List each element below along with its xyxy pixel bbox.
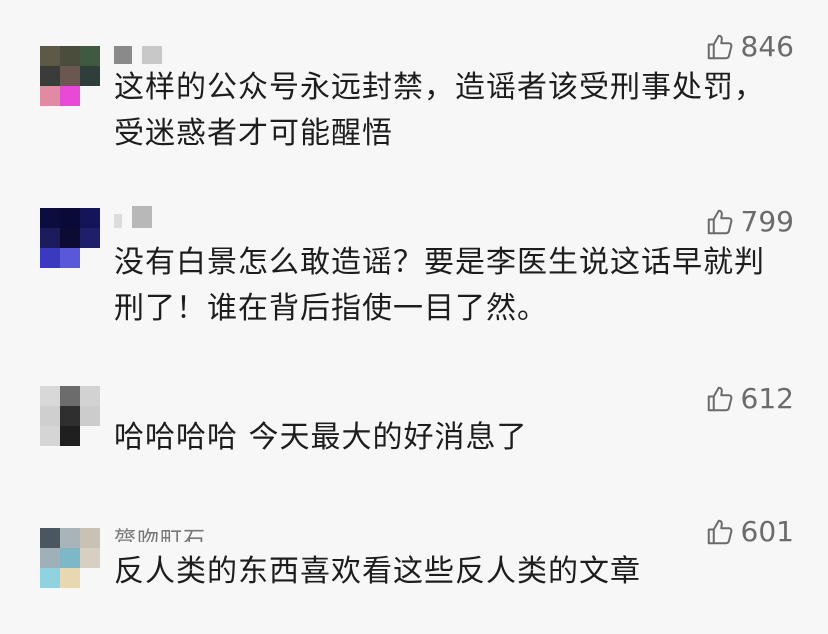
like-button[interactable]: 601: [705, 515, 794, 548]
like-button[interactable]: 846: [705, 30, 794, 63]
avatar[interactable]: [40, 208, 100, 268]
comment-line: 哈哈哈哈 今天最大的好消息了: [114, 420, 528, 455]
avatar[interactable]: [40, 386, 100, 446]
like-count: 601: [740, 515, 794, 548]
thumbs-up-icon: [707, 519, 732, 544]
comment-text: 这样的公众号永远封禁，造谣者该受刑事处罚， 受迷惑者才可能醒悟: [114, 65, 794, 157]
like-count: 612: [740, 382, 794, 415]
comment-text: 反人类的东西喜欢看这些反人类的文章: [114, 549, 794, 595]
avatar[interactable]: [40, 46, 100, 106]
comment-text: 哈哈哈哈 今天最大的好消息了: [114, 415, 794, 461]
comment-line: 没有白景怎么敢造谣？要是李医生说这话早就判: [114, 245, 765, 280]
username[interactable]: 膂吻町石: [114, 526, 206, 542]
comment-text: 没有白景怎么敢造谣？要是李医生说这话早就判 刑了！谁在背后指使一目了然。: [114, 240, 794, 332]
comment-line: 反人类的东西喜欢看这些反人类的文章: [114, 554, 641, 589]
comment-line: 刑了！谁在背后指使一目了然。: [114, 291, 548, 326]
like-button[interactable]: 612: [705, 382, 794, 415]
like-count: 799: [740, 205, 794, 238]
username-pixelated[interactable]: [114, 44, 162, 66]
username-pixelated[interactable]: [114, 206, 152, 228]
avatar[interactable]: [40, 528, 100, 588]
like-count: 846: [740, 30, 794, 63]
comment-line: 受迷惑者才可能醒悟: [114, 116, 393, 151]
comment-line: 这样的公众号永远封禁，造谣者该受刑事处罚，: [114, 70, 765, 105]
thumbs-up-icon: [707, 386, 732, 411]
like-button[interactable]: 799: [705, 205, 794, 238]
thumbs-up-icon: [707, 34, 732, 59]
thumbs-up-icon: [707, 209, 732, 234]
